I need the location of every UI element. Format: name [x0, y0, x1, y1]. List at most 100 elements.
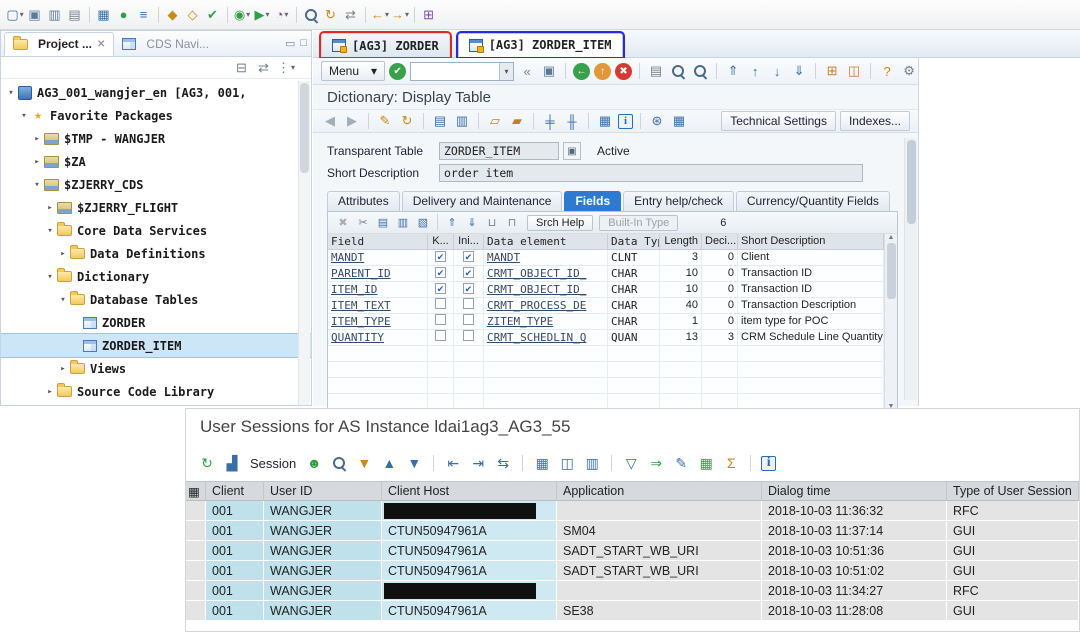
sort-descending-icon[interactable]: ▼ [405, 453, 423, 473]
paste-row-icon[interactable]: ▥ [394, 214, 412, 231]
hierarchy-icon[interactable]: ╪ [541, 111, 559, 131]
key-checkbox[interactable] [435, 298, 446, 309]
refresh-icon[interactable]: ↻ [322, 5, 340, 25]
move-top-icon[interactable]: ⇑ [443, 214, 461, 231]
tree-item-ag3-system[interactable]: ▾ AG3_001_wangjer_en [AG3, 001, [1, 81, 311, 104]
print-icon[interactable]: ▤ [647, 61, 665, 81]
freeze-column-icon[interactable]: ▥ [583, 453, 601, 473]
toolbar-separator[interactable] [750, 455, 751, 471]
field-row[interactable]: ITEM_ID ✔ ✔ CRMT_OBJECT_ID_ CHAR 10 0 Tr… [328, 282, 884, 298]
new-abap-package-icon[interactable]: ▦ [95, 5, 113, 25]
scroll-right-icon[interactable]: ⇥ [469, 453, 487, 473]
collapse-icon[interactable]: ⊓ [503, 214, 521, 231]
toolbar-separator[interactable] [227, 7, 228, 23]
back-arrow-icon[interactable]: ◀ [321, 111, 339, 131]
data-element-link[interactable]: CRMT_SCHEDLIN_Q [487, 331, 586, 344]
expand-arrow-icon[interactable]: ▸ [56, 249, 70, 259]
debug-icon[interactable]: ◉▾ [233, 5, 251, 25]
header-initial[interactable]: Ini... [454, 234, 484, 249]
expand-arrow-icon[interactable]: ▸ [30, 134, 44, 144]
tab-cds-navigator[interactable]: CDS Navi... [114, 32, 217, 56]
header-client[interactable]: Client [206, 482, 264, 500]
field-row[interactable]: ITEM_TEXT CRMT_PROCESS_DE CHAR 40 0 Tran… [328, 298, 884, 314]
built-in-type-button[interactable]: Built-In Type [599, 215, 678, 231]
indexes-button[interactable]: Indexes... [840, 111, 910, 131]
field-row[interactable]: QUANTITY CRMT_SCHEDLIN_Q QUAN 13 3 CRM S… [328, 330, 884, 346]
empty-field-row[interactable] [328, 346, 884, 362]
info-icon[interactable]: i [618, 114, 633, 129]
tree-item-source-code-library[interactable]: ▸ Source Code Library [1, 380, 311, 403]
header-client-host[interactable]: Client Host [382, 482, 557, 500]
back-icon[interactable]: ← [573, 63, 590, 80]
scrollbar-thumb[interactable] [300, 83, 309, 173]
toolbar-separator[interactable] [870, 63, 871, 79]
find-icon[interactable] [669, 62, 687, 80]
short-description-field[interactable]: order item [439, 164, 863, 182]
database-utility-icon[interactable]: ▦ [596, 111, 614, 131]
data-element-link[interactable]: CRMT_OBJECT_ID_ [487, 267, 586, 280]
where-used-icon[interactable]: ⊛ [648, 111, 666, 131]
forward-history-icon[interactable]: →▾ [391, 5, 409, 25]
copy-row-icon[interactable]: ▤ [374, 214, 392, 231]
expand-arrow-icon[interactable]: ▾ [43, 272, 57, 282]
field-link[interactable]: MANDT [331, 251, 364, 264]
expand-arrow-icon[interactable]: ▾ [4, 88, 18, 98]
field-link[interactable]: QUANTITY [331, 331, 384, 344]
session-row[interactable]: 001 WANGJER CTUN50947961A SADT_START_WB_… [186, 541, 1079, 561]
exit-icon[interactable]: ↑ [594, 63, 611, 80]
previous-page-icon[interactable]: ↑ [746, 61, 764, 81]
toolbar-separator[interactable] [365, 7, 366, 23]
filter-icon[interactable]: ▼ [355, 453, 373, 473]
field-link[interactable]: ITEM_TYPE [331, 315, 391, 328]
initial-checkbox[interactable]: ✔ [463, 267, 474, 278]
toolbar-separator[interactable] [414, 7, 415, 23]
person-icon[interactable]: ☻ [305, 453, 323, 473]
find-icon[interactable] [330, 454, 348, 472]
tree-item-core-data-services[interactable]: ▾ Core Data Services [1, 219, 311, 242]
expand-icon[interactable]: ⊔ [483, 214, 501, 231]
toolbar-separator[interactable] [611, 455, 612, 471]
toolbar-separator[interactable] [296, 7, 297, 23]
key-checkbox[interactable]: ✔ [435, 267, 446, 278]
choose-columns-icon[interactable]: ▦ [533, 453, 551, 473]
table-contents-icon[interactable]: ▦ [670, 111, 688, 131]
display-change-icon[interactable]: ✎ [376, 111, 394, 131]
spreadsheet-icon[interactable]: ▦ [697, 453, 715, 473]
new-abap-program-icon[interactable]: ≡ [135, 5, 153, 25]
print-icon[interactable]: ▤ [66, 5, 84, 25]
scroll-up-icon[interactable]: ▲ [888, 234, 895, 241]
tree-item-tmp-wangjer[interactable]: ▸ $TMP - WANGJER [1, 127, 311, 150]
set-filter-icon[interactable]: ▽ [622, 453, 640, 473]
open-perspective-icon[interactable]: ⊞ [420, 5, 438, 25]
transparent-table-field[interactable]: ZORDER_ITEM [439, 142, 559, 160]
key-checkbox[interactable]: ✔ [435, 251, 446, 262]
expand-arrow-icon[interactable]: ▸ [56, 364, 70, 374]
field-link[interactable]: ITEM_TEXT [331, 299, 391, 312]
toolbar-separator[interactable] [423, 113, 424, 129]
tab-fields[interactable]: Fields [564, 191, 621, 211]
toolbar-separator[interactable] [639, 63, 640, 79]
toolbar-separator[interactable] [478, 113, 479, 129]
toolbar-separator[interactable] [368, 113, 369, 129]
cell-select[interactable] [186, 541, 206, 561]
tree-item-za[interactable]: ▸ $ZA [1, 150, 311, 173]
collapse-all-icon[interactable]: ⊟ [233, 58, 251, 78]
tree-item-zjerry-flight[interactable]: ▸ $ZJERRY_FLIGHT [1, 196, 311, 219]
delete-row-icon[interactable]: ✖ [334, 214, 352, 231]
initial-checkbox[interactable] [463, 298, 474, 309]
sap-screen-scrollbar[interactable] [904, 138, 917, 400]
fields-table-scrollbar[interactable]: ▲▼ [884, 234, 897, 410]
transport-icon[interactable]: ▱ [486, 111, 504, 131]
field-row[interactable]: ITEM_TYPE ZITEM_TYPE CHAR 1 0 item type … [328, 314, 884, 330]
session-row[interactable]: 001 WANGJER 2018-10-03 11:36:32 RFC [186, 501, 1079, 521]
tree-scrollbar[interactable] [298, 81, 310, 405]
session-row[interactable]: 001 WANGJER 2018-10-03 11:34:27 RFC [186, 581, 1079, 601]
refresh-icon[interactable]: ↻ [198, 453, 216, 473]
session-row[interactable]: 001 WANGJER CTUN50947961A SE38 2018-10-0… [186, 601, 1079, 621]
toolbar-separator[interactable] [716, 63, 717, 79]
field-link[interactable]: ITEM_ID [331, 283, 377, 296]
menu-button[interactable]: Menu▾ [321, 61, 385, 81]
expand-arrow-icon[interactable]: ▸ [43, 387, 57, 397]
toolbar-separator[interactable] [533, 113, 534, 129]
cancel-icon[interactable]: ✖ [615, 63, 632, 80]
